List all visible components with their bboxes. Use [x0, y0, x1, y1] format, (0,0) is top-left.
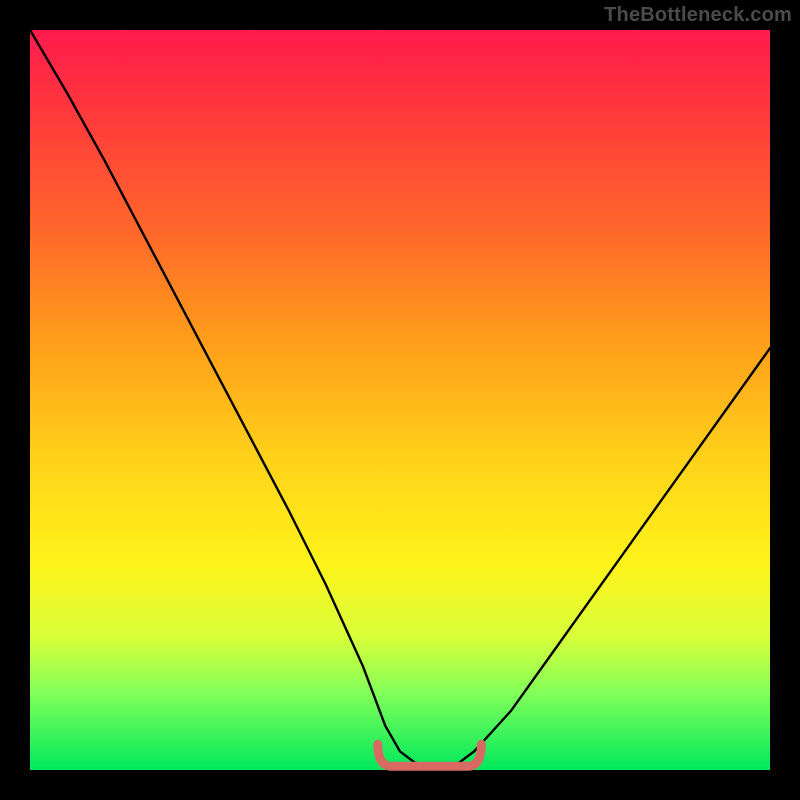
bottleneck-curve — [30, 30, 770, 766]
chart-plot-area — [30, 30, 770, 770]
trough-marker — [378, 744, 482, 766]
chart-svg — [30, 30, 770, 770]
chart-frame: TheBottleneck.com — [0, 0, 800, 800]
watermark-text: TheBottleneck.com — [604, 4, 792, 27]
